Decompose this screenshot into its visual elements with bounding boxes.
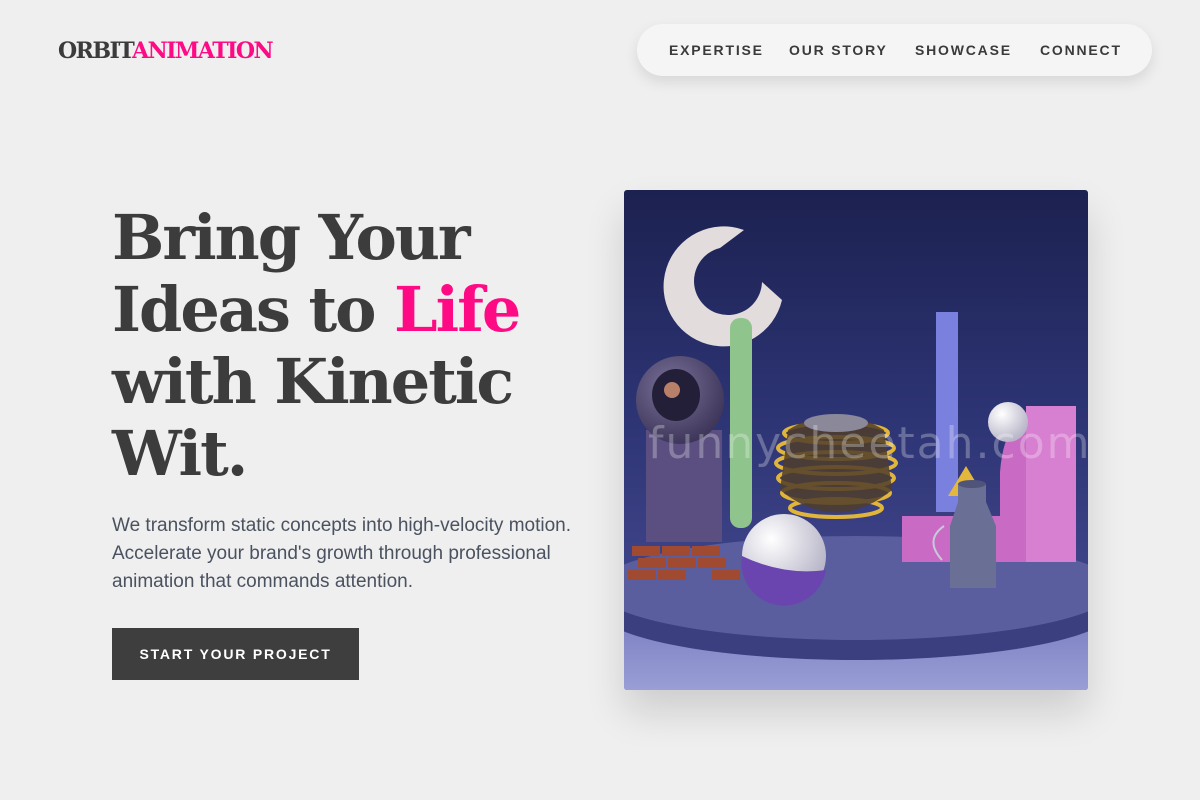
headline-line-4: Wit. <box>112 417 248 490</box>
main-nav: EXPERTISE OUR STORY SHOWCASE CONNECT <box>637 24 1152 76</box>
hero-headline: Bring Your Ideas to Life with Kinetic Wi… <box>112 202 572 490</box>
nav-item-expertise[interactable]: EXPERTISE <box>669 42 764 58</box>
hero-description: We transform static concepts into high-v… <box>112 515 572 592</box>
hero-3d-scene: funnycheetah.com <box>624 190 1088 690</box>
brand-logo-part2: ANIMATION <box>132 38 274 64</box>
headline-line-3: with Kinetic <box>112 345 514 418</box>
nav-item-showcase[interactable]: SHOWCASE <box>915 42 1012 58</box>
brand-logo[interactable]: ORBITANIMATION <box>58 38 274 64</box>
headline-highlight: Life <box>394 273 521 346</box>
watermark-text: funnycheetah.com <box>648 418 1088 469</box>
nav-item-connect[interactable]: CONNECT <box>1040 42 1122 58</box>
hero-image: funnycheetah.com <box>624 190 1088 690</box>
nav-item-our-story[interactable]: OUR STORY <box>789 42 888 58</box>
start-project-button[interactable]: START YOUR PROJECT <box>112 628 359 680</box>
headline-line-2-prefix: Ideas to <box>112 273 395 346</box>
headline-line-1: Bring Your <box>112 201 471 274</box>
brand-logo-part1: ORBIT <box>58 38 134 64</box>
headline-line-2: Ideas to Life <box>112 274 572 346</box>
